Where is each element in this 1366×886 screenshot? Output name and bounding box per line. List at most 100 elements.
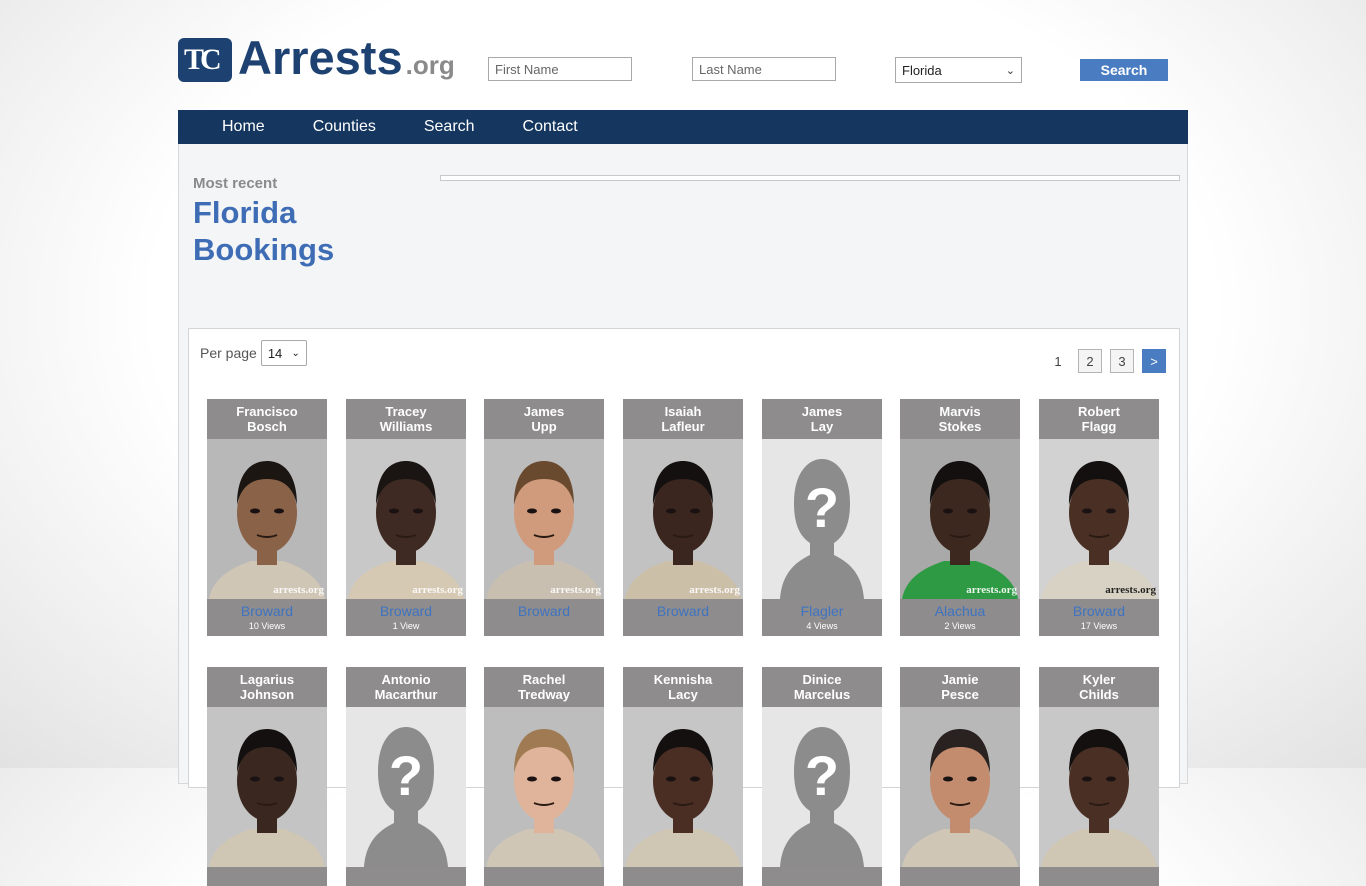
site-header: TC Arrests .org Florida ⌄ Search bbox=[0, 0, 1366, 110]
booking-views bbox=[623, 620, 743, 636]
nav-counties[interactable]: Counties bbox=[289, 110, 400, 144]
last-name-input[interactable] bbox=[692, 57, 836, 81]
booking-views bbox=[207, 870, 327, 886]
page-title-line1: Florida bbox=[193, 195, 297, 230]
mugshot-photo[interactable]: arrests.org bbox=[623, 439, 743, 599]
booking-last-name: Upp bbox=[531, 419, 557, 434]
photo-watermark: arrests.org bbox=[1105, 584, 1156, 596]
booking-name[interactable]: Tracey Williams bbox=[346, 399, 466, 439]
next-page-button[interactable]: > bbox=[1142, 349, 1166, 373]
booking-card[interactable]: Lagarius Johnson bbox=[207, 667, 327, 886]
booking-first-name: Isaiah bbox=[664, 404, 702, 419]
unknown-person-icon[interactable]: ? bbox=[346, 707, 466, 867]
nav-search[interactable]: Search bbox=[400, 110, 499, 144]
booking-name[interactable]: Marvis Stokes bbox=[900, 399, 1020, 439]
booking-views: 10 Views bbox=[248, 621, 286, 631]
booking-last-name: Tredway bbox=[517, 687, 571, 702]
mugshot-photo[interactable]: arrests.org bbox=[1039, 439, 1159, 599]
bookings-panel: Per page 14 ⌄ 1 2 3 > Francisco Bosch arre… bbox=[188, 328, 1180, 886]
booking-name[interactable]: Kennisha Lacy bbox=[623, 667, 743, 707]
booking-card[interactable]: Robert Flagg arrests.org Broward 17 Views bbox=[1039, 399, 1159, 636]
booking-county-link[interactable]: Broward bbox=[623, 602, 743, 620]
mugshot-photo[interactable] bbox=[900, 707, 1020, 867]
booking-first-name: Jamie bbox=[941, 672, 979, 687]
mugshot-photo[interactable]: arrests.org bbox=[346, 439, 466, 599]
booking-card[interactable]: Kyler Childs bbox=[1039, 667, 1159, 886]
page-current: 1 bbox=[1054, 353, 1062, 369]
page-2-button[interactable]: 2 bbox=[1078, 349, 1102, 373]
mugshot-photo[interactable]: arrests.org bbox=[484, 439, 604, 599]
ad-placeholder bbox=[440, 175, 1180, 181]
booking-first-name: Robert bbox=[1078, 404, 1120, 419]
booking-name[interactable]: Lagarius Johnson bbox=[207, 667, 327, 707]
booking-county-link[interactable]: Flagler bbox=[762, 602, 882, 620]
nav-home[interactable]: Home bbox=[198, 110, 289, 144]
booking-county-link[interactable]: Broward bbox=[207, 602, 327, 620]
booking-card[interactable]: Francisco Bosch arrests.org Broward 10 Views bbox=[207, 399, 327, 636]
booking-first-name: James bbox=[801, 404, 843, 419]
booking-name[interactable]: Dinice Marcelus bbox=[762, 667, 882, 707]
booking-views: 2 Views bbox=[944, 621, 976, 631]
booking-card[interactable]: Jamie Pesce bbox=[900, 667, 1020, 886]
booking-name[interactable]: Francisco Bosch bbox=[207, 399, 327, 439]
section-subtitle: Most recent bbox=[193, 175, 278, 192]
booking-name[interactable]: Kyler Childs bbox=[1039, 667, 1159, 707]
booking-last-name: Pesce bbox=[941, 687, 979, 702]
booking-first-name: James bbox=[523, 404, 565, 419]
per-page-select[interactable]: 14 ⌄ bbox=[260, 340, 307, 366]
booking-name[interactable]: James Lay bbox=[762, 399, 882, 439]
booking-county-link[interactable]: Broward bbox=[1039, 602, 1159, 620]
booking-name[interactable]: Robert Flagg bbox=[1039, 399, 1159, 439]
booking-name[interactable]: James Upp bbox=[484, 399, 604, 439]
booking-card[interactable]: Tracey Williams arrests.org Broward 1 View bbox=[346, 399, 466, 636]
unknown-person-icon[interactable]: ? bbox=[762, 707, 882, 867]
first-name-input[interactable] bbox=[488, 57, 632, 81]
booking-last-name: Bosch bbox=[247, 419, 287, 434]
booking-views bbox=[1039, 870, 1159, 886]
mugshot-photo[interactable] bbox=[1039, 707, 1159, 867]
logo-suffix: .org bbox=[405, 50, 455, 80]
booking-card[interactable]: Isaiah Lafleur arrests.org Broward bbox=[623, 399, 743, 636]
nav-contact[interactable]: Contact bbox=[499, 110, 602, 144]
booking-card[interactable]: James Lay? Flagler 4 Views bbox=[762, 399, 882, 636]
booking-card[interactable]: Dinice Marcelus? bbox=[762, 667, 882, 886]
mugshot-photo[interactable] bbox=[207, 707, 327, 867]
booking-views bbox=[762, 870, 882, 886]
photo-watermark: arrests.org bbox=[550, 584, 601, 596]
mugshot-photo[interactable]: arrests.org bbox=[900, 439, 1020, 599]
mugshot-photo[interactable] bbox=[484, 707, 604, 867]
site-logo[interactable]: TC Arrests .org bbox=[178, 34, 455, 82]
chevron-down-icon: ⌄ bbox=[1005, 64, 1015, 77]
search-button[interactable]: Search bbox=[1080, 59, 1168, 81]
booking-last-name: Flagg bbox=[1081, 419, 1117, 434]
booking-county-link[interactable]: Broward bbox=[484, 602, 604, 620]
booking-first-name: Marvis bbox=[939, 404, 981, 419]
booking-card[interactable]: Antonio Macarthur? bbox=[346, 667, 466, 886]
page-3-button[interactable]: 3 bbox=[1110, 349, 1134, 373]
booking-first-name: Francisco bbox=[236, 404, 298, 419]
booking-views: 17 Views bbox=[1080, 621, 1118, 631]
booking-name[interactable]: Rachel Tredway bbox=[484, 667, 604, 707]
booking-last-name: Johnson bbox=[239, 687, 295, 702]
booking-last-name: Lafleur bbox=[661, 419, 705, 434]
per-page-value: 14 bbox=[267, 345, 283, 361]
booking-county-link[interactable]: Alachua bbox=[900, 602, 1020, 620]
svg-text:?: ? bbox=[389, 744, 423, 807]
booking-county-link[interactable]: Broward bbox=[346, 602, 466, 620]
booking-first-name: Kyler bbox=[1082, 672, 1116, 687]
booking-card[interactable]: James Upp arrests.org Broward bbox=[484, 399, 604, 636]
booking-name[interactable]: Jamie Pesce bbox=[900, 667, 1020, 707]
state-select[interactable]: Florida ⌄ bbox=[895, 57, 1022, 83]
booking-name[interactable]: Antonio Macarthur bbox=[346, 667, 466, 707]
booking-last-name: Williams bbox=[379, 419, 433, 434]
main-nav: Home Counties Search Contact bbox=[178, 110, 1188, 144]
booking-views: 1 View bbox=[392, 621, 420, 631]
booking-name[interactable]: Isaiah Lafleur bbox=[623, 399, 743, 439]
booking-card[interactable]: Marvis Stokes arrests.org Alachua 2 Views bbox=[900, 399, 1020, 636]
unknown-person-icon[interactable]: ? bbox=[762, 439, 882, 599]
booking-last-name: Lay bbox=[810, 419, 834, 434]
mugshot-photo[interactable] bbox=[623, 707, 743, 867]
booking-card[interactable]: Rachel Tredway bbox=[484, 667, 604, 886]
booking-card[interactable]: Kennisha Lacy bbox=[623, 667, 743, 886]
mugshot-photo[interactable]: arrests.org bbox=[207, 439, 327, 599]
